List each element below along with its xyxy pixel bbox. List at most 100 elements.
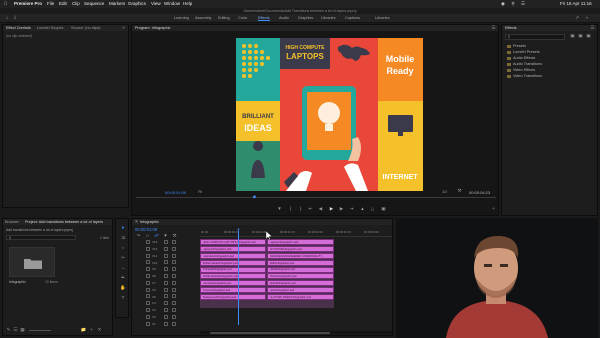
track-header[interactable]: V10 bbox=[132, 259, 200, 266]
timeline-clip[interactable]: Internet/Infographic.psd bbox=[200, 280, 266, 287]
menu-window[interactable]: Window bbox=[164, 1, 180, 6]
track-lock-icon[interactable] bbox=[146, 294, 150, 299]
track-eye-icon[interactable] bbox=[172, 274, 176, 278]
write-protect-icon[interactable]: ✎ bbox=[6, 328, 11, 333]
track-sync-icon[interactable] bbox=[164, 301, 168, 306]
selection-tool-icon[interactable]: ➤ bbox=[120, 225, 126, 231]
ripple-edit-tool-icon[interactable]: ⇔ bbox=[120, 245, 126, 251]
tab-media-browser[interactable]: Browser bbox=[5, 220, 19, 224]
timeline-clip[interactable]: Brilliant Ideas/Infographic.psd bbox=[200, 259, 266, 266]
track-header[interactable]: V7 bbox=[132, 280, 200, 287]
track-eye-icon[interactable] bbox=[172, 280, 176, 285]
program-timecode[interactable]: 00:00:01:09 bbox=[165, 190, 186, 195]
tab-lumetri-scopes[interactable]: Lumetri Scopes bbox=[37, 26, 63, 30]
apple-icon[interactable]:  bbox=[4, 1, 7, 6]
go-to-in-icon[interactable]: ⇤ bbox=[308, 207, 313, 212]
panel-menu-icon[interactable]: ☰ bbox=[590, 25, 595, 31]
quick-export-icon[interactable]: ↗ bbox=[574, 16, 580, 22]
track-header[interactable]: V11 bbox=[132, 253, 200, 260]
track-eye-icon[interactable] bbox=[172, 253, 176, 258]
icon-view-icon[interactable]: ▦ bbox=[20, 328, 25, 333]
play-icon[interactable]: ▶ bbox=[329, 207, 334, 212]
menu-markers[interactable]: Markers bbox=[109, 1, 125, 6]
track-eye-icon[interactable] bbox=[172, 308, 176, 312]
lift-icon[interactable]: ▲ bbox=[360, 207, 365, 212]
timeline-clip[interactable]: Bulb/Infographic.psd bbox=[267, 259, 334, 266]
workspace-editing[interactable]: Editing bbox=[218, 16, 230, 20]
track-header[interactable]: V6 bbox=[132, 287, 200, 294]
zoom-slider[interactable] bbox=[29, 330, 51, 331]
scrub-bar[interactable] bbox=[136, 197, 496, 198]
track-header[interactable]: V5 bbox=[132, 293, 200, 300]
home-icon[interactable]: ⌂ bbox=[4, 16, 10, 22]
effects-item-video-transitions[interactable]: Video Transitions bbox=[507, 74, 542, 78]
workspace-graphics[interactable]: Graphics bbox=[298, 16, 313, 20]
effects-item-presets[interactable]: Presets bbox=[507, 44, 526, 48]
list-view-icon[interactable]: ☰ bbox=[13, 328, 18, 333]
menu-edit[interactable]: Edit bbox=[59, 1, 67, 6]
workspace-menu-icon[interactable]: » bbox=[584, 16, 590, 22]
playhead-marker-icon[interactable]: ◆ bbox=[252, 195, 257, 200]
import-icon[interactable]: ⇩ bbox=[12, 16, 18, 22]
step-back-icon[interactable]: ◀ bbox=[318, 207, 323, 212]
track-sync-icon[interactable] bbox=[164, 287, 168, 292]
track-sync-icon[interactable] bbox=[164, 260, 168, 265]
track-lock-icon[interactable] bbox=[146, 267, 150, 272]
track-sync-icon[interactable] bbox=[164, 314, 168, 319]
track-lock-icon[interactable] bbox=[146, 246, 150, 251]
32bit-icon[interactable]: ▣ bbox=[578, 34, 583, 39]
track-lock-icon[interactable] bbox=[146, 280, 150, 285]
track-sync-icon[interactable] bbox=[164, 240, 168, 244]
track-eye-icon[interactable] bbox=[172, 294, 176, 299]
track-eye-icon[interactable] bbox=[172, 267, 176, 272]
workspace-captions[interactable]: Captions bbox=[345, 16, 360, 20]
track-eye-icon[interactable] bbox=[172, 240, 176, 244]
track-header[interactable]: V3 bbox=[132, 307, 200, 314]
fit-select[interactable]: Fit bbox=[198, 190, 202, 194]
menu-clip[interactable]: Clip bbox=[72, 1, 80, 6]
timeline-clip[interactable]: CH TOWS PRESS/Infographic.psd bbox=[267, 293, 334, 300]
time-ruler[interactable]: 00:00 00:00:00:15 00:00:01:00 00:00:01:1… bbox=[200, 229, 392, 237]
playhead-head-icon[interactable]: ▼ bbox=[236, 228, 241, 232]
track-lock-icon[interactable] bbox=[146, 287, 150, 292]
accelerated-icon[interactable]: ▣ bbox=[570, 34, 575, 39]
close-tab-icon[interactable]: ✕ bbox=[134, 219, 139, 225]
effects-title[interactable]: Effects bbox=[505, 26, 517, 30]
timeline-tab[interactable]: Infographic bbox=[140, 220, 159, 224]
workspace-effects[interactable]: Effects bbox=[258, 16, 270, 22]
bin-label[interactable]: Infographic bbox=[9, 280, 26, 284]
track-sync-icon[interactable] bbox=[164, 321, 168, 326]
menu-graphics[interactable]: Graphics bbox=[128, 1, 146, 6]
timeline-clip[interactable]: IMAGINED ENGINEERED COMMONALITY... bbox=[267, 253, 334, 259]
workspace-audio[interactable]: Audio bbox=[279, 16, 289, 20]
effects-search-input[interactable]: ⚲ bbox=[505, 34, 565, 40]
track-lock-icon[interactable] bbox=[146, 274, 150, 278]
track-eye-icon[interactable] bbox=[172, 260, 176, 265]
pen-tool-icon[interactable]: ✒ bbox=[120, 275, 126, 281]
go-to-out-icon[interactable]: ⇥ bbox=[349, 207, 354, 212]
track-lock-icon[interactable] bbox=[146, 301, 150, 306]
tab-effect-controls[interactable]: Effect Controls bbox=[6, 26, 31, 30]
track-sync-icon[interactable] bbox=[164, 308, 168, 312]
timeline-clip[interactable]: Laptops/Infographic.psd bbox=[267, 239, 334, 246]
track-lock-icon[interactable] bbox=[146, 308, 150, 312]
slip-tool-icon[interactable]: ↔ bbox=[120, 265, 126, 271]
timeline-clip[interactable]: Laptops/Infographic.psd bbox=[200, 246, 266, 253]
timeline-clip[interactable]: World/Infographic.psd bbox=[267, 280, 334, 287]
timeline-clip[interactable]: Pinhead/Infographic.psd bbox=[200, 266, 266, 273]
track-sync-icon[interactable] bbox=[164, 294, 168, 299]
panel-menu-icon[interactable]: » bbox=[121, 25, 126, 31]
effects-item-audio-effects[interactable]: Audio Effects bbox=[507, 56, 535, 60]
timeline-clip[interactable]: Person/Infographic.psd bbox=[200, 287, 266, 293]
tab-project[interactable]: Project: Add transitions between a lot o… bbox=[25, 220, 105, 224]
effects-item-audio-transitions[interactable]: Audio Transitions bbox=[507, 62, 542, 66]
workspace-libraries-2[interactable]: Libraries bbox=[375, 16, 390, 20]
timeline-clip[interactable]: Background/Infographic.psd bbox=[200, 293, 266, 300]
wrench-icon[interactable]: ⚒ bbox=[457, 189, 462, 194]
track-sync-icon[interactable] bbox=[164, 280, 168, 285]
mark-out-icon[interactable]: } bbox=[298, 207, 303, 212]
track-sync-icon[interactable] bbox=[164, 246, 168, 251]
type-tool-icon[interactable]: T bbox=[120, 295, 126, 301]
track-header[interactable]: V9 bbox=[132, 266, 200, 273]
program-monitor-title[interactable]: Program: Infographic bbox=[135, 26, 170, 30]
